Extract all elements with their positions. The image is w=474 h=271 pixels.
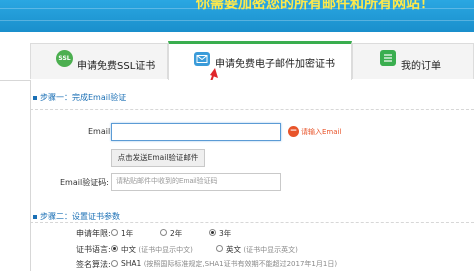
divider [30,109,474,110]
language-label: 证书语言: [76,245,111,254]
tab-my-orders[interactable]: 我的订单 [352,43,474,79]
years-option-1-radio[interactable] [111,229,118,236]
send-verification-email-button[interactable]: 点击发送Email验证邮件 [111,149,205,167]
banner-title: 你需要加密您的所有邮件和所有网站！ [196,0,434,11]
ssl-icon: SSL [56,50,73,67]
mail-icon [194,52,210,66]
banner-decoration [0,20,474,21]
tab-label: 申请免费电子邮件加密证书 [215,59,335,70]
years-option-3: 3年 [219,229,232,238]
language-chinese-option: 中文 (证书中显示中文) [121,245,193,254]
years-option-3-radio[interactable] [209,229,216,236]
email-error-message: 请输入Email [301,128,342,136]
language-english-radio[interactable] [216,245,223,252]
years-option-1: 1年 [121,229,134,238]
verification-code-label: Email验证码: [60,178,109,187]
email-input[interactable] [111,123,281,141]
tab-label: 申请免费SSL证书 [77,61,156,72]
years-option-2-radio[interactable] [160,229,167,236]
top-banner: 你需要加密您的所有邮件和所有网站！ [0,0,474,32]
tab-ssl-certificate[interactable]: 申请免费SSL证书 [30,43,168,79]
years-option-2: 2年 [170,229,183,238]
step2-title: 步骤二：设置证书参数 [40,212,120,221]
step1-title: 步骤一：完成Email验证 [40,93,127,102]
section-marker [33,215,37,219]
language-chinese-radio[interactable] [111,245,118,252]
tab-label: 我的订单 [401,61,441,72]
years-label: 申请年限: [76,229,111,238]
algorithm-sha1-option: SHA1 (按照国际标准规定,SHA1证书有效期不能超过2017年1月1日) [121,259,338,268]
error-icon: − [288,126,299,137]
algorithm-sha1-radio[interactable] [111,260,118,267]
email-label: Email: [88,127,113,136]
algorithm-label: 签名算法: [76,260,111,269]
order-list-icon [380,50,396,66]
section-marker [33,96,37,100]
divider [30,222,474,223]
language-english-option: 英文 (证书中显示英文) [226,245,298,254]
verification-code-input[interactable]: 请粘贴邮件中收到的Email验证码 [111,173,281,191]
